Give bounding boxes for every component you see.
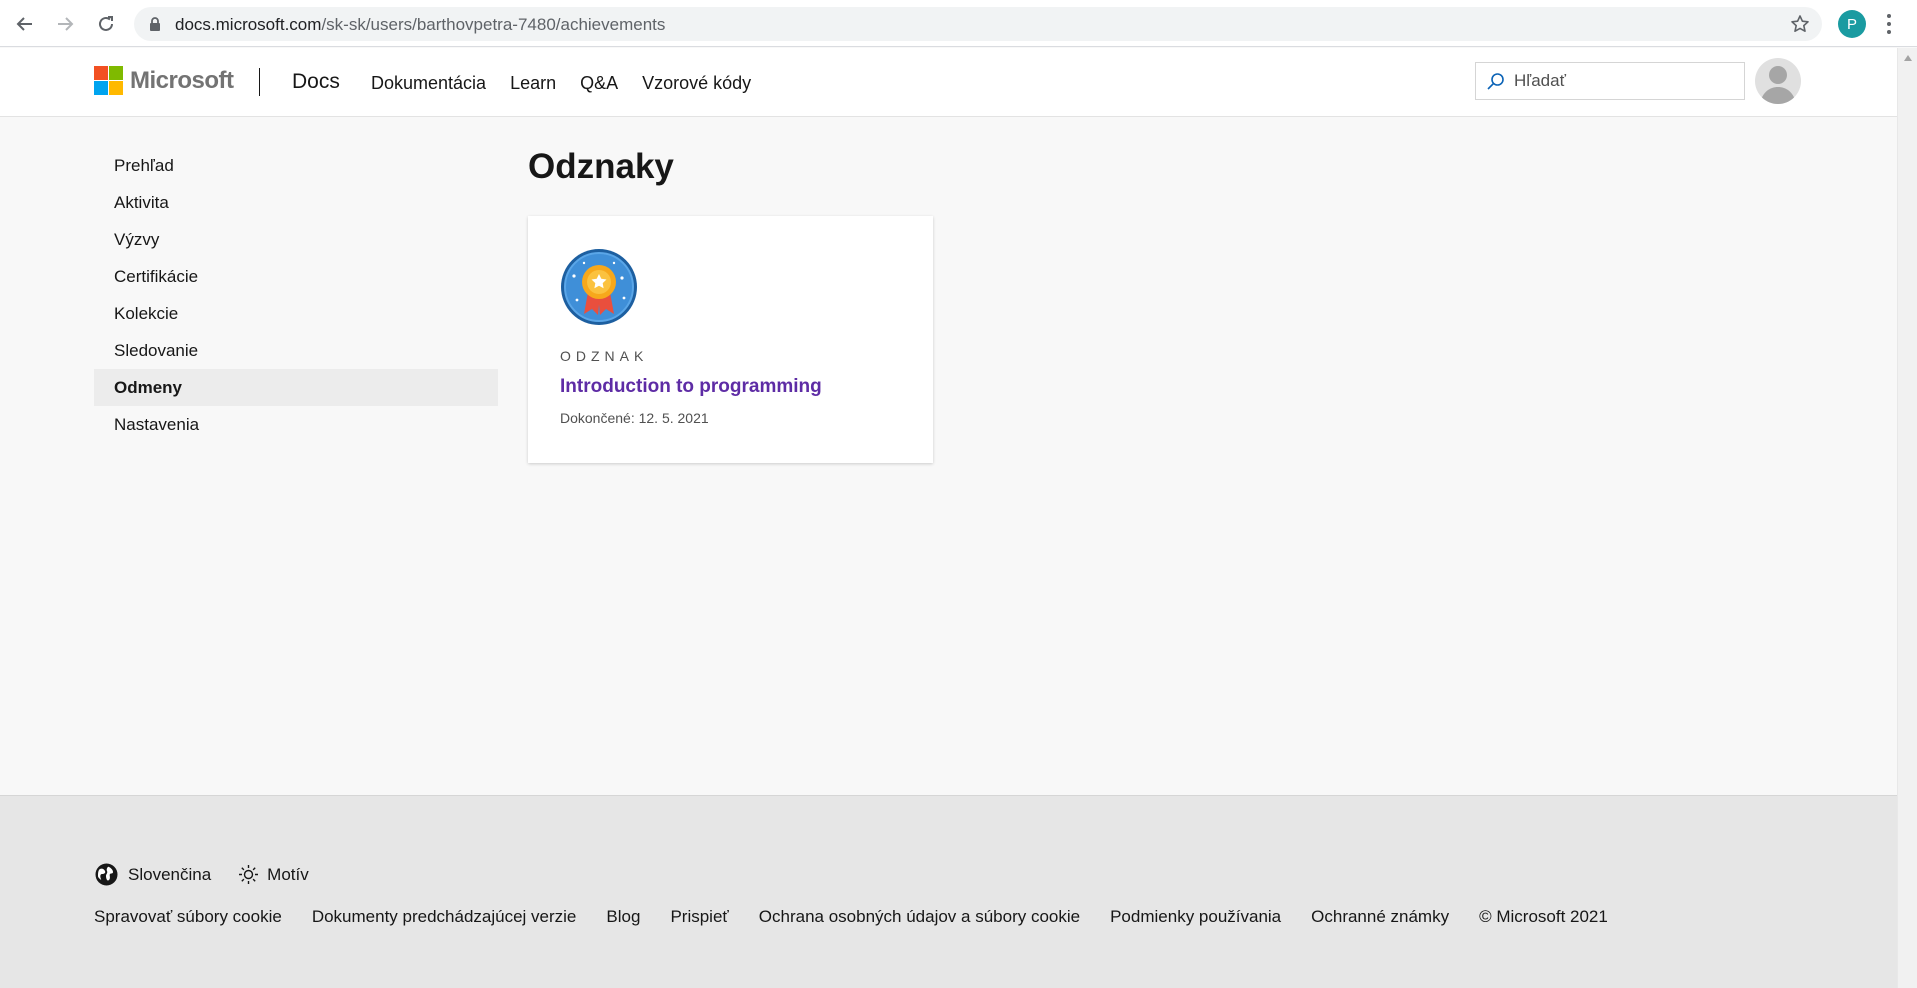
footer-copyright: © Microsoft 2021 (1479, 907, 1608, 926)
profile-sidebar: Prehľad Aktivita Výzvy Certifikácie Kole… (94, 147, 498, 443)
page-scrollbar[interactable] (1897, 48, 1917, 988)
language-selector[interactable]: Slovenčina (94, 862, 211, 887)
search-icon (1487, 73, 1504, 90)
badge-completed-date: Dokončené: 12. 5. 2021 (560, 410, 709, 426)
globe-icon (95, 863, 118, 886)
user-silhouette-icon (1760, 66, 1796, 104)
browser-profile-avatar[interactable]: P (1838, 10, 1866, 38)
sidebar-item-activity[interactable]: Aktivita (94, 184, 498, 221)
sidebar-item-following[interactable]: Sledovanie (94, 332, 498, 369)
forward-arrow-icon (58, 17, 74, 31)
theme-toggle[interactable]: Motív (239, 865, 309, 885)
browser-menu-icon[interactable] (1882, 12, 1896, 36)
sidebar-item-collections[interactable]: Kolekcie (94, 295, 498, 332)
lock-icon (150, 17, 160, 31)
footer-link-manage-cookies[interactable]: Spravovať súbory cookie (94, 907, 282, 927)
search-box[interactable] (1475, 62, 1745, 100)
footer-link-terms[interactable]: Podmienky používania (1110, 907, 1281, 927)
microsoft-logo-icon[interactable] (94, 66, 123, 95)
badge-card[interactable]: ODZNAK Introduction to programming Dokon… (528, 216, 933, 463)
footer-link-trademarks[interactable]: Ochranné známky (1311, 907, 1449, 927)
sidebar-item-challenges[interactable]: Výzvy (94, 221, 498, 258)
forward-button[interactable] (51, 10, 79, 38)
language-label: Slovenčina (128, 864, 212, 884)
url-text: docs.microsoft.com/sk-sk/users/barthovpe… (175, 15, 665, 35)
address-bar[interactable]: docs.microsoft.com/sk-sk/users/barthovpe… (134, 7, 1822, 41)
theme-label: Motív (267, 864, 309, 884)
nav-link-learn[interactable]: Learn (510, 73, 556, 94)
page-title: Odznaky (528, 147, 674, 186)
footer-link-previous-versions[interactable]: Dokumenty predchádzajúcej verzie (312, 907, 577, 927)
user-avatar[interactable] (1755, 58, 1801, 104)
medal-badge-icon (561, 249, 637, 325)
nav-link-documentation[interactable]: Dokumentácia (371, 73, 486, 94)
reload-button[interactable] (92, 10, 120, 38)
browser-toolbar: docs.microsoft.com/sk-sk/users/barthovpe… (0, 0, 1917, 47)
footer-link-blog[interactable]: Blog (606, 907, 640, 927)
back-arrow-icon (16, 17, 32, 31)
url-path: /sk-sk/users/barthovpetra-7480/achieveme… (321, 15, 666, 34)
search-input[interactable] (1514, 69, 1734, 93)
scroll-up-arrow-icon[interactable] (1903, 54, 1913, 62)
nav-link-qa[interactable]: Q&A (580, 73, 618, 94)
header-nav: Dokumentácia Learn Q&A Vzorové kódy (371, 73, 751, 94)
footer-link-privacy[interactable]: Ochrana osobných údajov a súbory cookie (759, 907, 1080, 927)
sidebar-item-settings[interactable]: Nastavenia (94, 406, 498, 443)
docs-home-link[interactable]: Docs (292, 70, 340, 94)
footer-link-contribute[interactable]: Prispieť (670, 907, 728, 927)
reload-icon (99, 16, 113, 31)
sidebar-item-certifications[interactable]: Certifikácie (94, 258, 498, 295)
nav-link-code-samples[interactable]: Vzorové kódy (642, 73, 751, 94)
brand-name[interactable]: Microsoft (130, 67, 234, 95)
sidebar-item-overview[interactable]: Prehľad (94, 147, 498, 184)
sidebar-item-achievements[interactable]: Odmeny (94, 369, 498, 406)
sun-icon (239, 865, 259, 884)
url-host: docs.microsoft.com (175, 15, 322, 34)
header-divider (259, 68, 260, 96)
footer-settings-row: Slovenčina Motív (94, 862, 309, 887)
back-button[interactable] (11, 10, 39, 38)
site-header: Microsoft Docs Dokumentácia Learn Q&A Vz… (0, 48, 1897, 117)
site-footer: Slovenčina Motív Spravovať súbory cookie… (0, 795, 1897, 988)
badge-type-label: ODZNAK (560, 348, 649, 364)
footer-links: Spravovať súbory cookie Dokumenty predch… (94, 907, 1608, 927)
badge-title-link[interactable]: Introduction to programming (560, 376, 822, 398)
bookmark-star-icon[interactable] (1790, 14, 1810, 34)
